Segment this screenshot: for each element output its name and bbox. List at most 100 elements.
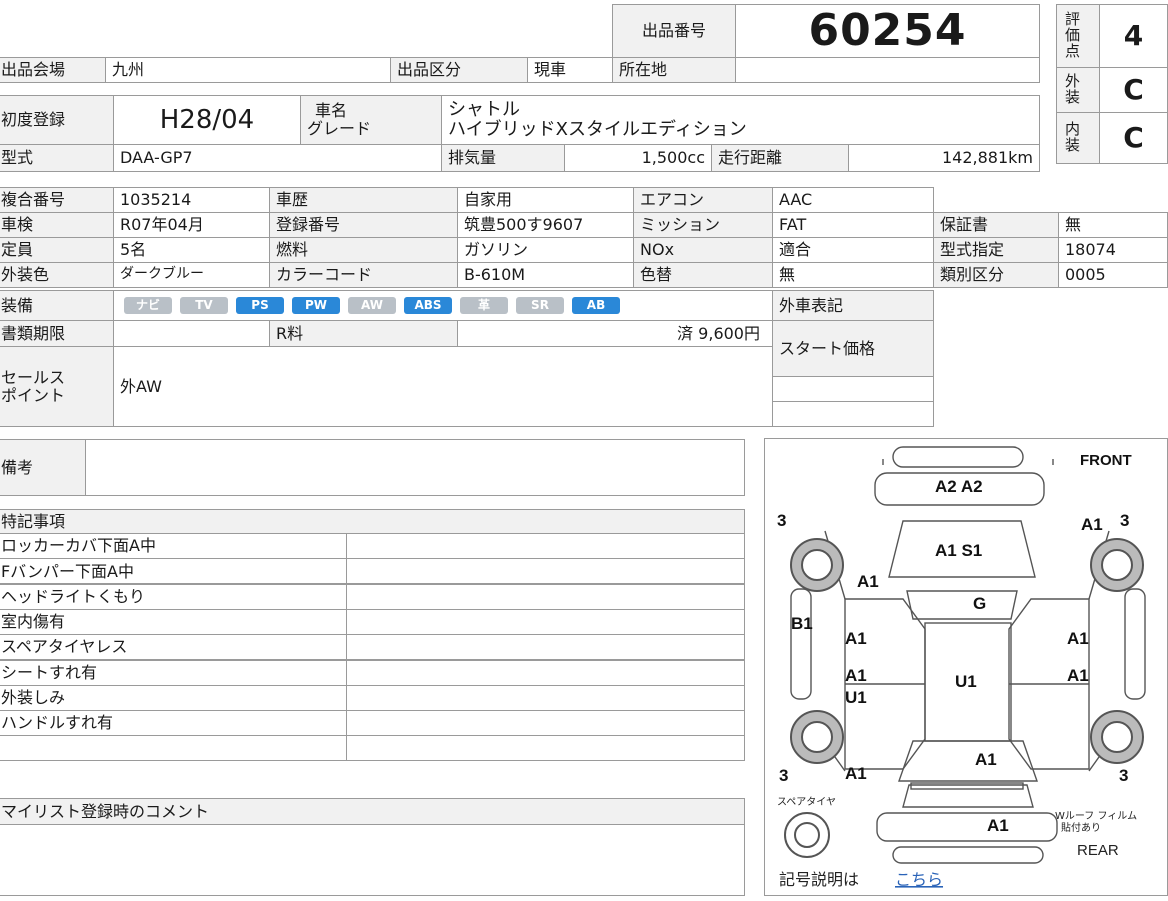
- special-note-item: Fバンパー下面A中: [0, 558, 347, 585]
- score-value: 4: [1099, 4, 1168, 68]
- special-note-item: 室内傷有: [0, 608, 347, 635]
- start-price-label: スタート価格: [772, 320, 934, 377]
- special-note-detail: [346, 608, 745, 635]
- spec-value: ダークブルー: [113, 262, 270, 288]
- classification-label: 類別区分: [933, 262, 1059, 288]
- lot-number-label: 出品番号: [612, 4, 736, 58]
- rear-label: REAR: [1077, 842, 1119, 859]
- special-note-item: 外装しみ: [0, 684, 347, 711]
- recycle-fee-value: 済 9,600円: [457, 320, 773, 347]
- documents-deadline-label: 書類期限: [0, 320, 114, 347]
- displacement-value: 1,500cc: [564, 144, 712, 172]
- spec-value: ガソリン: [457, 237, 634, 263]
- damage-mark: A1 S1: [935, 541, 982, 560]
- damage-diagram: FRONT A2 A2 A1 3 A1 S1 A1 G B1 A1 A1 A1 …: [764, 438, 1168, 896]
- special-note-detail: [346, 684, 745, 711]
- equipment-badge: ABS: [404, 296, 452, 315]
- spec-label: 燃料: [269, 237, 458, 263]
- start-price-value: [772, 376, 934, 402]
- sales-point-value: 外AW: [113, 346, 773, 427]
- spec-value: FAT: [772, 212, 934, 238]
- warranty-value: 無: [1058, 212, 1168, 238]
- first-registration-label: 初度登録: [0, 95, 114, 145]
- damage-mark: 3: [777, 511, 786, 530]
- spec-label: 車歴: [269, 187, 458, 213]
- remarks-value: [85, 439, 745, 496]
- car-grade: ハイブリッドXスタイルエディション: [448, 119, 747, 140]
- spec-value: 1035214: [113, 187, 270, 213]
- damage-mark: A1: [1067, 666, 1089, 685]
- documents-deadline-value: [113, 320, 270, 347]
- equipment-badge: TV: [180, 296, 228, 315]
- spec-value: 筑豊500す9607: [457, 212, 634, 238]
- legend-text: 記号説明は: [779, 870, 859, 889]
- category-label: 出品区分: [390, 57, 528, 83]
- spec-label: 外装色: [0, 262, 114, 288]
- sales-point-label-line2: ポイント: [1, 385, 66, 405]
- damage-mark: 3: [1119, 766, 1128, 785]
- damage-mark: A1: [845, 764, 867, 783]
- type-designation-value: 18074: [1058, 237, 1168, 263]
- model-label: 型式: [0, 144, 114, 172]
- exterior-grade-value: C: [1099, 67, 1168, 113]
- spec-label: NOx: [633, 237, 773, 263]
- damage-mark: A1: [975, 750, 997, 769]
- spec-value: 無: [772, 262, 934, 288]
- damage-mark: A1: [1081, 515, 1103, 534]
- grade-label-line2: グレード: [307, 119, 372, 138]
- car-name: シャトル: [448, 99, 520, 121]
- equipment-badge: PS: [236, 296, 284, 315]
- car-name-value: シャトル ハイブリッドXスタイルエディション: [441, 95, 1040, 145]
- sticker-note-line2: 貼付あり: [1061, 821, 1101, 834]
- damage-mark: U1: [955, 672, 977, 691]
- score-label: 評価点: [1056, 4, 1100, 68]
- recycle-fee-label: R料: [269, 320, 458, 347]
- special-note-item: スペアタイヤレス: [0, 634, 347, 661]
- special-note-detail: [346, 659, 745, 686]
- classification-value: 0005: [1058, 262, 1168, 288]
- legend-link[interactable]: こちら: [895, 870, 943, 889]
- remarks-label: 備考: [0, 439, 86, 496]
- damage-mark: A1: [857, 572, 879, 591]
- spec-label: 定員: [0, 237, 114, 263]
- spec-label: 車検: [0, 212, 114, 238]
- equipment-badge: PW: [292, 296, 340, 315]
- special-note-detail: [346, 735, 745, 762]
- exterior-grade-label: 外装: [1056, 67, 1100, 113]
- spec-value: 自家用: [457, 187, 634, 213]
- warranty-label: 保証書: [933, 212, 1059, 238]
- mylist-comment-body[interactable]: [0, 824, 745, 896]
- special-note-item: ヘッドライトくもり: [0, 583, 347, 610]
- special-note-item: ハンドルすれ有: [0, 710, 347, 737]
- location-value: [735, 57, 1040, 83]
- spec-value: 5名: [113, 237, 270, 263]
- spec-value: R07年04月: [113, 212, 270, 238]
- spec-label: エアコン: [633, 187, 773, 213]
- spec-value: AAC: [772, 187, 934, 213]
- location-label: 所在地: [612, 57, 736, 83]
- special-note-item: シートすれ有: [0, 659, 347, 686]
- damage-mark: G: [973, 594, 986, 613]
- damage-mark: 3: [779, 766, 788, 785]
- special-note-item: ロッカーカバ下面A中: [0, 533, 347, 559]
- mileage-value: 142,881km: [848, 144, 1040, 172]
- type-designation-label: 型式指定: [933, 237, 1059, 263]
- equipment-badge: 革: [460, 296, 508, 315]
- special-note-detail: [346, 533, 745, 559]
- sticker-note-line1: Wルーフ フィルム: [1055, 810, 1137, 822]
- spec-value: B-610M: [457, 262, 634, 288]
- special-note-detail: [346, 583, 745, 610]
- equipment-badge: SR: [516, 296, 564, 315]
- damage-mark: A1: [1067, 629, 1089, 648]
- car-outline: FRONT A2 A2 A1 3 A1 S1 A1 G B1 A1 A1 A1 …: [777, 446, 1146, 889]
- equipment-badge: ナビ: [124, 296, 172, 315]
- car-name-label: 車名 グレード: [300, 95, 442, 145]
- category-value: 現車: [527, 57, 613, 83]
- spec-label: カラーコード: [269, 262, 458, 288]
- front-label: FRONT: [1080, 452, 1132, 469]
- interior-grade-label: 内装: [1056, 112, 1100, 164]
- damage-mark: A1: [845, 666, 867, 685]
- special-note-detail: [346, 634, 745, 661]
- start-price-extra: [772, 401, 934, 427]
- special-note-detail: [346, 558, 745, 585]
